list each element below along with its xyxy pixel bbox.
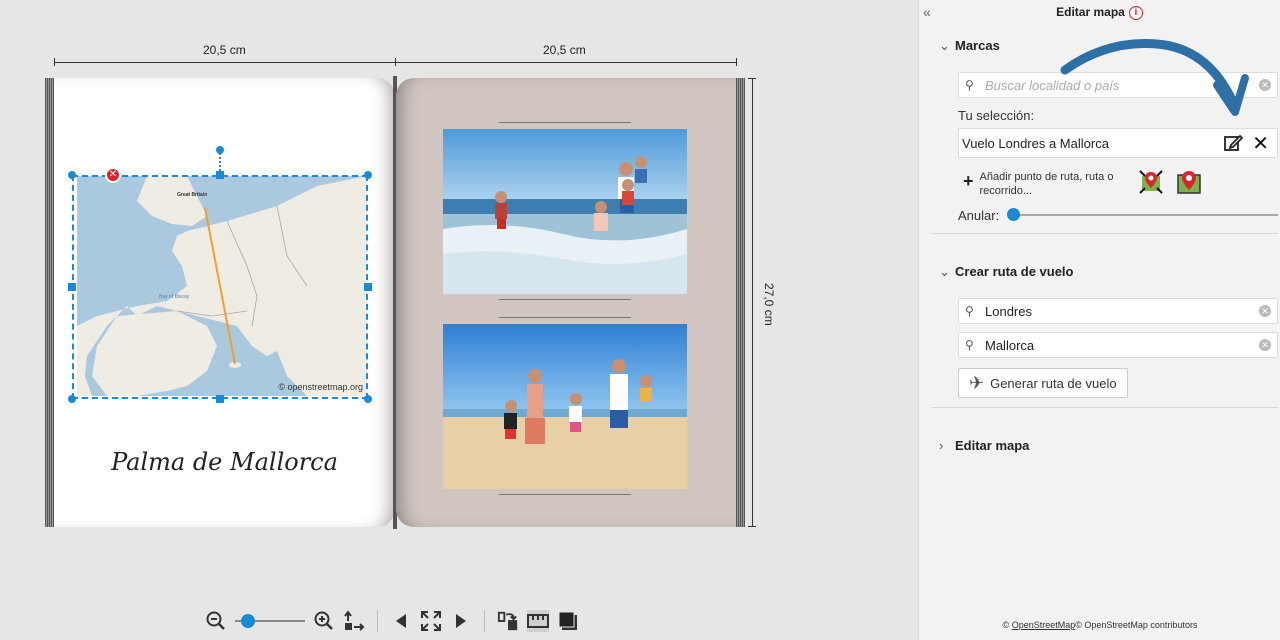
width-label-left: 20,5 cm — [203, 43, 246, 57]
clear-destination-icon[interactable]: ✕ — [1259, 339, 1271, 351]
undo-slider-track[interactable] — [1013, 214, 1278, 216]
fit-width-icon[interactable] — [343, 610, 365, 632]
resize-handle-br[interactable] — [364, 395, 372, 403]
dim-tick — [736, 58, 737, 66]
selection-label: Tu selección: — [958, 108, 1035, 123]
flight-origin-input[interactable]: ⚲ Londres ✕ — [958, 298, 1278, 324]
collapse-panel-icon[interactable]: « — [923, 0, 931, 24]
width-dimension-left — [54, 62, 395, 63]
previous-page-icon[interactable] — [390, 610, 412, 632]
decor-line — [499, 122, 631, 123]
ruler-icon[interactable] — [527, 610, 549, 632]
width-dimension-right — [395, 62, 736, 63]
search-icon: ⚲ — [965, 78, 974, 92]
resize-handle-b[interactable] — [216, 395, 224, 403]
airplane-icon: ✈ — [969, 372, 985, 393]
edit-map-panel: « Editar mapa i ⌄ Marcas ⚲ Buscar localida… — [918, 0, 1280, 640]
info-icon[interactable]: i — [1128, 5, 1143, 20]
rotate-handle[interactable] — [216, 146, 224, 154]
section-flight-label: Crear ruta de vuelo — [955, 264, 1074, 279]
photo-image — [443, 324, 687, 489]
decor-line — [499, 317, 631, 318]
undo-slider-knob[interactable] — [1007, 208, 1020, 221]
book-edge-right — [736, 78, 745, 527]
resize-handle-tr[interactable] — [364, 171, 372, 179]
generate-flight-route-button[interactable]: ✈ Generar ruta de vuelo — [958, 368, 1128, 398]
toolbar-divider — [484, 610, 485, 632]
photo-beach-running[interactable] — [443, 129, 687, 294]
undo-label: Anular: — [958, 208, 1000, 223]
search-icon: ⚲ — [965, 338, 974, 352]
annotation-arrow-icon — [1060, 39, 1249, 116]
zoom-slider-knob[interactable] — [241, 614, 255, 628]
selected-mark-name: Vuelo Londres a Mallorca — [962, 135, 1109, 151]
zoom-slider[interactable] — [235, 614, 305, 628]
selected-mark-item[interactable]: Vuelo Londres a Mallorca ✕ — [958, 128, 1278, 158]
add-waypoint-label: Añadir punto de ruta, ruta o recorrido..… — [979, 171, 1114, 197]
zoom-in-icon[interactable] — [313, 610, 335, 632]
flight-destination-value: Mallorca — [985, 337, 1035, 353]
section-divider — [931, 233, 1278, 234]
section-marcas-label: Marcas — [955, 38, 1000, 53]
canvas-area: 20,5 cm 20,5 cm 27,0 cm Great Britain Ba… — [0, 0, 918, 640]
plus-icon: + — [963, 171, 974, 191]
photo-image — [443, 129, 687, 294]
edit-icon[interactable] — [1223, 133, 1244, 158]
section-edit-map-header[interactable]: › Editar mapa — [939, 438, 1029, 453]
resize-handle-l[interactable] — [68, 283, 76, 291]
panel-title: Editar mapa — [1056, 5, 1125, 19]
section-edit-map-label: Editar mapa — [955, 438, 1030, 453]
search-icon: ⚲ — [965, 304, 974, 318]
resize-handle-t[interactable] — [216, 171, 224, 179]
remove-selection-icon[interactable]: ✕ — [1252, 131, 1269, 156]
generate-flight-route-label: Generar ruta de vuelo — [990, 375, 1117, 391]
page-title-text[interactable]: Palma de Mallorca — [54, 448, 395, 476]
next-page-icon[interactable] — [450, 610, 472, 632]
resize-handle-bl[interactable] — [68, 395, 76, 403]
footer-copyright: © — [1002, 620, 1010, 630]
dim-tick — [54, 58, 55, 66]
book-edge-left — [45, 78, 54, 527]
decor-line — [499, 299, 631, 300]
fullscreen-icon[interactable] — [420, 610, 442, 632]
dim-tick — [748, 526, 756, 527]
map-pin-icon[interactable] — [1177, 170, 1201, 194]
section-flight-header[interactable]: ⌄ Crear ruta de vuelo — [939, 264, 1074, 280]
flight-origin-value: Londres — [985, 303, 1032, 319]
selection-frame[interactable] — [72, 175, 368, 399]
chevron-down-icon: ⌄ — [939, 38, 950, 53]
photo-beach-family[interactable] — [443, 324, 687, 489]
panel-header: « Editar mapa i — [919, 0, 1280, 24]
width-label-right: 20,5 cm — [543, 43, 586, 57]
resize-handle-r[interactable] — [364, 283, 372, 291]
route-marker-icon[interactable] — [1139, 170, 1163, 194]
section-divider — [931, 407, 1278, 408]
add-waypoint-button[interactable]: + Añadir punto de ruta, ruta o recorrido… — [963, 170, 1128, 198]
chevron-right-icon: › — [939, 438, 944, 453]
openstreetmap-link[interactable]: OpenStreetMap — [1012, 620, 1076, 630]
dim-tick — [748, 78, 756, 79]
decor-line — [499, 494, 631, 495]
bottom-toolbar — [205, 606, 579, 636]
swap-pages-icon[interactable] — [497, 610, 519, 632]
height-label: 27,0 cm — [762, 280, 776, 329]
toolbar-divider — [377, 610, 378, 632]
zoom-out-icon[interactable] — [205, 610, 227, 632]
flight-destination-input[interactable]: ⚲ Mallorca ✕ — [958, 332, 1278, 358]
clear-origin-icon[interactable]: ✕ — [1259, 305, 1271, 317]
section-marcas-header[interactable]: ⌄ Marcas — [939, 38, 1000, 54]
resize-handle-tl[interactable] — [68, 171, 76, 179]
shadow-toggle-icon[interactable] — [557, 610, 579, 632]
clear-search-icon[interactable]: ✕ — [1259, 79, 1271, 91]
height-dimension — [752, 78, 753, 527]
map-credits: © OpenStreetMap© OpenStreetMap contribut… — [919, 620, 1280, 630]
footer-contributors: © OpenStreetMap contributors — [1075, 620, 1198, 630]
chevron-down-icon: ⌄ — [939, 264, 950, 279]
delete-element-icon[interactable]: ✕ — [105, 167, 121, 183]
